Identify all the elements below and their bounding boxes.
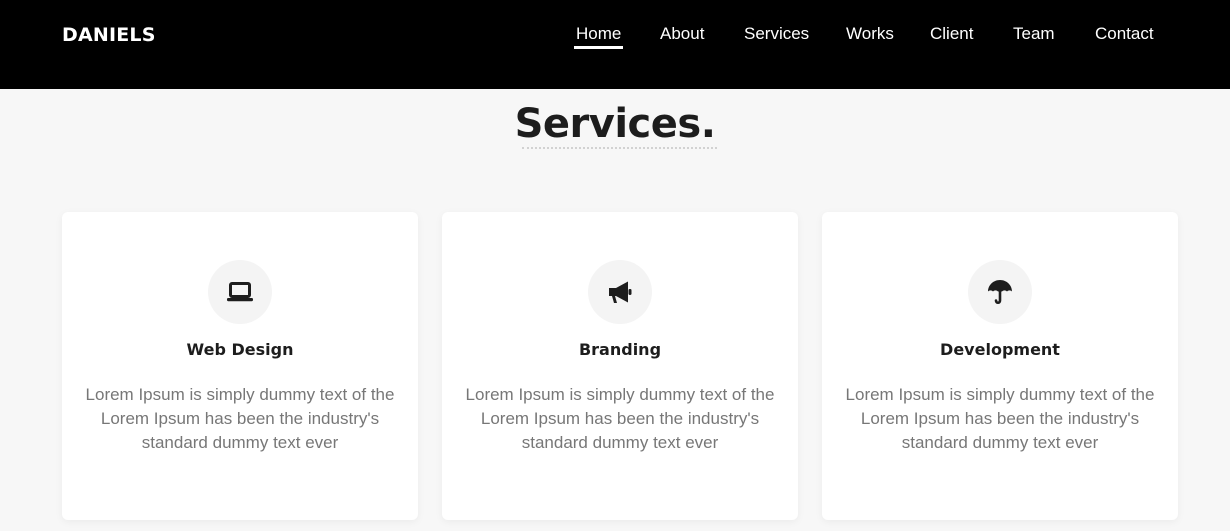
- navbar: DANIELS Home About Services Works Client…: [0, 0, 1230, 89]
- service-description: Lorem Ipsum is simply dummy text of the …: [85, 385, 395, 452]
- megaphone-icon: [588, 260, 652, 324]
- service-title: Branding: [578, 340, 662, 359]
- service-card-branding: Branding Lorem Ipsum is simply dummy tex…: [442, 212, 798, 520]
- nav-menu: Home About Services Works Client Team Co…: [0, 24, 1230, 54]
- section-title: Services.: [514, 101, 716, 147]
- nav-link-team[interactable]: Team: [1013, 24, 1055, 44]
- service-description: Lorem Ipsum is simply dummy text of the …: [845, 385, 1155, 452]
- nav-link-services[interactable]: Services: [744, 24, 809, 44]
- service-card-web-design: Web Design Lorem Ipsum is simply dummy t…: [62, 212, 418, 520]
- service-card-development: Development Lorem Ipsum is simply dummy …: [822, 212, 1178, 520]
- laptop-icon: [208, 260, 272, 324]
- nav-link-client[interactable]: Client: [930, 24, 973, 44]
- umbrella-icon: [968, 260, 1032, 324]
- service-description: Lorem Ipsum is simply dummy text of the …: [465, 385, 775, 452]
- nav-link-home[interactable]: Home: [573, 24, 624, 49]
- title-underline-dots: [522, 147, 717, 149]
- nav-link-works[interactable]: Works: [846, 24, 894, 44]
- nav-link-about[interactable]: About: [660, 24, 704, 44]
- nav-link-contact[interactable]: Contact: [1095, 24, 1154, 44]
- service-title: Development: [940, 340, 1060, 359]
- service-title: Web Design: [186, 340, 294, 359]
